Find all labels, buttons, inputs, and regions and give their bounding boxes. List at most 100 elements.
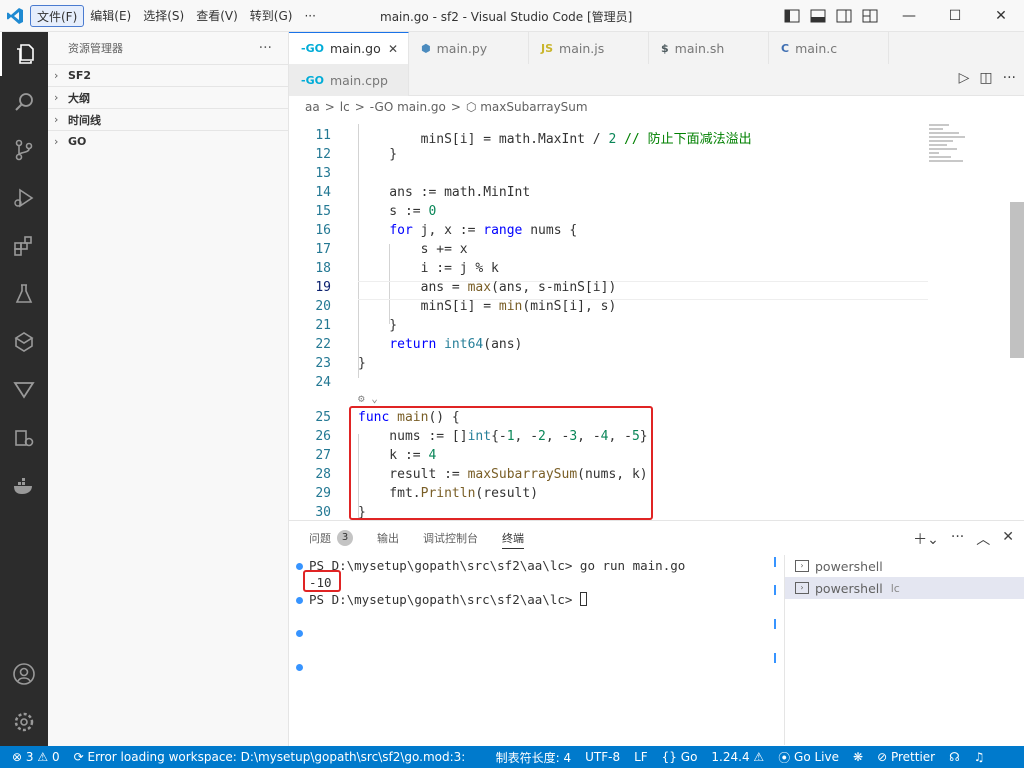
code-editor[interactable]: 11 minS[i] = math.MaxInt / 2 // 防止下面减法溢出… bbox=[289, 124, 989, 520]
run-play-icon[interactable]: ▷ bbox=[959, 70, 970, 86]
problems-status[interactable]: ⊗ 3 ⚠ 0 bbox=[0, 746, 67, 768]
search-icon[interactable] bbox=[0, 80, 48, 124]
language-status[interactable]: {} Go bbox=[655, 746, 705, 768]
menu-go[interactable]: 转到(G) bbox=[244, 5, 299, 27]
command-decoration-icon[interactable] bbox=[296, 630, 303, 637]
section-outline[interactable]: › 大纲 bbox=[48, 86, 288, 108]
line-number: 18 bbox=[315, 261, 331, 276]
maximize-panel-chevron-up-icon[interactable]: ︿ bbox=[976, 529, 990, 549]
breadcrumb-folder[interactable]: aa bbox=[305, 100, 320, 114]
breadcrumb-file[interactable]: -GO main.go bbox=[370, 100, 446, 114]
new-terminal-plus-icon[interactable]: ＋⌄ bbox=[913, 529, 939, 549]
code-lens-icon[interactable]: ⚙ ⌄ bbox=[358, 392, 378, 405]
tab-problems[interactable]: 问题 3 bbox=[309, 521, 353, 555]
line-number: 12 bbox=[315, 147, 331, 162]
breadcrumb-sep: > bbox=[324, 100, 335, 114]
extension-status-icon[interactable]: ❋ bbox=[846, 746, 870, 768]
line-number: 29 bbox=[315, 486, 331, 501]
command-decoration-icon[interactable] bbox=[296, 563, 303, 570]
split-editor-icon[interactable]: ◫ bbox=[979, 70, 992, 86]
testing-flask-icon[interactable] bbox=[0, 272, 48, 316]
explorer-icon[interactable] bbox=[0, 32, 48, 76]
section-timeline[interactable]: › 时间线 bbox=[48, 108, 288, 130]
tab-terminal[interactable]: 终端 bbox=[502, 521, 524, 555]
tab-label: 终端 bbox=[502, 532, 524, 545]
eol-status[interactable]: LF bbox=[627, 746, 655, 768]
scroll-mark bbox=[774, 653, 776, 663]
copilot-icon[interactable]: ☊ bbox=[942, 746, 967, 768]
toggle-primary-sidebar-icon[interactable] bbox=[782, 6, 802, 26]
run-debug-icon[interactable] bbox=[0, 176, 48, 220]
terminal[interactable]: PS D:\mysetup\gopath\src\sf2\aa\lc> go r… bbox=[289, 555, 784, 745]
notifications-bell-icon[interactable]: ♫ bbox=[967, 746, 992, 768]
menu-file[interactable]: 文件(F) bbox=[30, 4, 85, 27]
terminal-item[interactable]: › powershell lc bbox=[785, 577, 1024, 599]
line-number: 30 bbox=[315, 505, 331, 520]
tab-output[interactable]: 输出 bbox=[377, 521, 399, 555]
tab-size-status[interactable]: 制表符长度: 4 bbox=[489, 746, 579, 768]
prettier-status[interactable]: ⊘ Prettier bbox=[870, 746, 942, 768]
command-decoration-icon[interactable] bbox=[296, 664, 303, 671]
close-panel-icon[interactable]: ✕ bbox=[1002, 529, 1014, 549]
more-icon[interactable]: ··· bbox=[951, 529, 964, 549]
go-file-icon: -GO bbox=[301, 42, 324, 55]
section-sf2[interactable]: › SF2 bbox=[48, 64, 288, 86]
section-go[interactable]: › GO bbox=[48, 130, 288, 152]
remote-explorer-icon[interactable] bbox=[0, 320, 48, 364]
tab-debug-console[interactable]: 调试控制台 bbox=[423, 521, 478, 555]
close-window-icon[interactable]: ✕ bbox=[978, 0, 1024, 32]
broadcast-icon: ⦿ bbox=[778, 750, 791, 765]
c-file-icon: C bbox=[781, 41, 790, 55]
go-live-status[interactable]: ⦿ Go Live bbox=[771, 746, 846, 768]
terminal-list: › powershell › powershell lc bbox=[784, 555, 1024, 745]
toggle-secondary-sidebar-icon[interactable] bbox=[834, 6, 854, 26]
prettier-label: Prettier bbox=[890, 750, 936, 764]
customize-layout-icon[interactable] bbox=[860, 6, 880, 26]
more-actions-icon[interactable]: ··· bbox=[1003, 70, 1016, 86]
tab-main-c[interactable]: Cmain.c bbox=[769, 32, 889, 64]
terminal-item[interactable]: › powershell bbox=[785, 555, 1024, 577]
go-file-icon: -GO bbox=[301, 73, 324, 87]
encoding-status[interactable]: UTF-8 bbox=[578, 746, 627, 768]
toggle-panel-icon[interactable] bbox=[808, 6, 828, 26]
tab-main-cpp[interactable]: -GO main.cpp bbox=[289, 64, 409, 96]
command-decoration-icon[interactable] bbox=[296, 597, 303, 604]
error-count: 3 bbox=[25, 750, 34, 764]
explorer-title: 资源管理器 bbox=[68, 42, 123, 55]
breadcrumb-folder[interactable]: lc bbox=[340, 100, 350, 114]
docker-settings-icon[interactable] bbox=[0, 416, 48, 460]
tab-main-go[interactable]: -GO main.go ✕ bbox=[289, 32, 409, 64]
prompt-text: PS D:\mysetup\gopath\src\sf2\aa\lc> bbox=[309, 592, 580, 607]
layout-controls bbox=[782, 6, 880, 26]
line-number: 20 bbox=[315, 299, 331, 314]
menu-view[interactable]: 查看(V) bbox=[190, 5, 244, 27]
explorer-sidebar: 资源管理器 ··· › SF2 › 大纲 › 时间线 › GO bbox=[48, 32, 289, 746]
terminal-icon: › bbox=[795, 582, 809, 594]
source-control-icon[interactable] bbox=[0, 128, 48, 172]
scroll-mark bbox=[774, 619, 776, 629]
line-number: 27 bbox=[315, 448, 331, 463]
close-tab-icon[interactable]: ✕ bbox=[388, 42, 398, 56]
terminal-line: PS D:\mysetup\gopath\src\sf2\aa\lc> go r… bbox=[309, 558, 686, 573]
menu-bar: 文件(F) 编辑(E) 选择(S) 查看(V) 转到(G) ··· bbox=[30, 0, 322, 32]
go-version-status[interactable]: 1.24.4 ⚠ bbox=[704, 746, 771, 768]
tab-main-py[interactable]: ⬢ main.py bbox=[409, 32, 529, 64]
menu-more[interactable]: ··· bbox=[298, 5, 321, 27]
minimap[interactable] bbox=[929, 122, 979, 182]
filter-triangle-icon[interactable] bbox=[0, 368, 48, 412]
docker-whale-icon[interactable] bbox=[0, 464, 48, 508]
manage-gear-icon[interactable] bbox=[0, 700, 48, 744]
account-icon[interactable] bbox=[0, 652, 48, 696]
tab-main-sh[interactable]: $ main.sh bbox=[649, 32, 769, 64]
maximize-icon[interactable]: ☐ bbox=[932, 0, 978, 32]
explorer-more-icon[interactable]: ··· bbox=[259, 40, 272, 56]
minimize-icon[interactable]: — bbox=[886, 0, 932, 32]
workspace-error-status[interactable]: ⟳ Error loading workspace: D:\mysetup\go… bbox=[67, 746, 467, 768]
breadcrumb-symbol[interactable]: ⬡ maxSubarraySum bbox=[466, 100, 588, 114]
extensions-icon[interactable] bbox=[0, 224, 48, 268]
menu-edit[interactable]: 编辑(E) bbox=[84, 5, 137, 27]
line-number: 25 bbox=[315, 410, 331, 425]
menu-selection[interactable]: 选择(S) bbox=[137, 5, 190, 27]
tab-main-js[interactable]: JS main.js bbox=[529, 32, 649, 64]
editor-scrollbar[interactable] bbox=[1010, 202, 1024, 358]
